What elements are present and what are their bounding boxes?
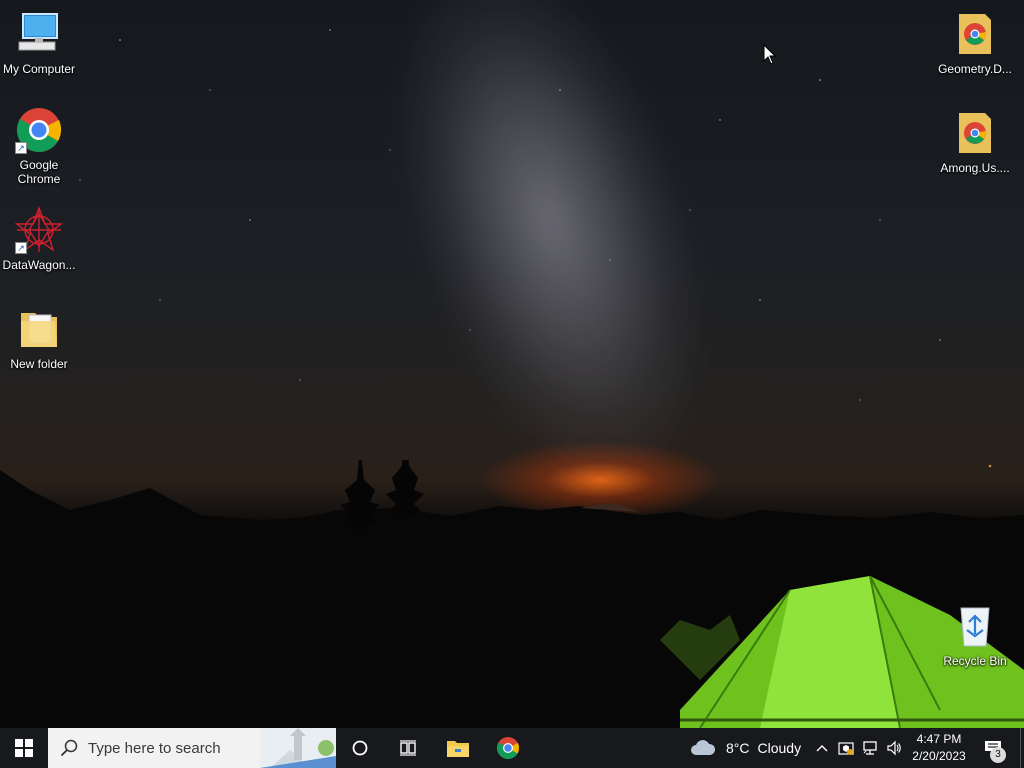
chrome-taskbar-button[interactable]	[484, 728, 532, 768]
chrome-icon: ↗	[15, 106, 63, 154]
geometry-file-label: Geometry.D...	[938, 62, 1012, 76]
taskbar-search-box[interactable]: Type here to search	[48, 728, 336, 768]
weather-widget[interactable]: 8°C Cloudy	[690, 728, 810, 768]
show-desktop-divider	[1019, 728, 1021, 768]
clock-date: 2/20/2023	[912, 749, 966, 763]
volume-tray-button[interactable]	[884, 728, 904, 768]
task-view-icon	[400, 740, 416, 756]
file-explorer-icon	[447, 741, 469, 757]
show-desktop-button[interactable]	[1016, 728, 1024, 768]
weather-temperature: 8°C	[726, 740, 750, 756]
chrome-folder-icon	[951, 10, 999, 58]
network-tray-button[interactable]	[860, 728, 880, 768]
new-folder-shortcut[interactable]: New folder	[1, 305, 77, 371]
cortana-button[interactable]	[336, 728, 384, 768]
cloud-icon	[691, 740, 716, 755]
google-chrome-shortcut[interactable]: ↗ Google Chrome	[1, 106, 77, 186]
datawagon-icon: ↗	[14, 206, 64, 254]
chrome-icon	[497, 737, 520, 759]
google-chrome-label: Google Chrome	[17, 158, 61, 186]
chevron-up-icon	[816, 745, 828, 752]
recycle-bin-shortcut[interactable]: Recycle Bin	[937, 602, 1013, 668]
chrome-folder-icon	[951, 109, 999, 157]
datawagon-label: DataWagon...	[2, 258, 76, 272]
start-button[interactable]	[0, 728, 48, 768]
show-hidden-icons-button[interactable]	[812, 728, 832, 768]
task-view-button[interactable]	[384, 728, 432, 768]
recycle-bin-label: Recycle Bin	[943, 654, 1007, 668]
taskbar: Type here to search 8°C Cloudy 4:47 PM 2…	[0, 728, 1024, 768]
security-tray-button[interactable]	[836, 728, 856, 768]
my-computer-icon-shortcut[interactable]: My Computer	[1, 10, 77, 76]
my-computer-label: My Computer	[2, 62, 76, 76]
among-us-file-shortcut[interactable]: Among.Us....	[937, 109, 1013, 175]
taskbar-clock[interactable]: 4:47 PM 2/20/2023	[905, 731, 973, 765]
among-us-file-label: Among.Us....	[940, 161, 1010, 175]
datawagon-shortcut[interactable]: ↗ DataWagon...	[1, 206, 77, 272]
weather-condition: Cloudy	[757, 740, 802, 756]
new-folder-label: New folder	[10, 357, 68, 371]
star-field	[79, 29, 992, 468]
windows-logo-icon	[15, 739, 33, 757]
file-explorer-button[interactable]	[434, 728, 482, 768]
search-highlight-illustration	[260, 728, 336, 768]
mouse-cursor-icon	[763, 44, 777, 65]
shortcut-arrow-icon: ↗	[15, 142, 27, 154]
clock-time: 4:47 PM	[916, 732, 962, 746]
computer-icon	[15, 10, 63, 58]
search-icon	[60, 739, 78, 757]
shortcut-arrow-icon: ↗	[15, 242, 27, 254]
recycle-bin-icon	[951, 602, 999, 650]
search-placeholder: Type here to search	[88, 739, 221, 757]
cortana-icon	[352, 740, 368, 756]
folder-icon	[15, 305, 63, 353]
geometry-file-shortcut[interactable]: Geometry.D...	[937, 10, 1013, 76]
network-icon	[863, 741, 877, 755]
volume-icon	[887, 740, 901, 756]
desktop-background[interactable]: My Computer ↗ Google Chrome ↗ DataWagon.…	[0, 0, 1024, 728]
notification-count-badge: 3	[990, 747, 1006, 763]
security-icon	[838, 742, 854, 755]
